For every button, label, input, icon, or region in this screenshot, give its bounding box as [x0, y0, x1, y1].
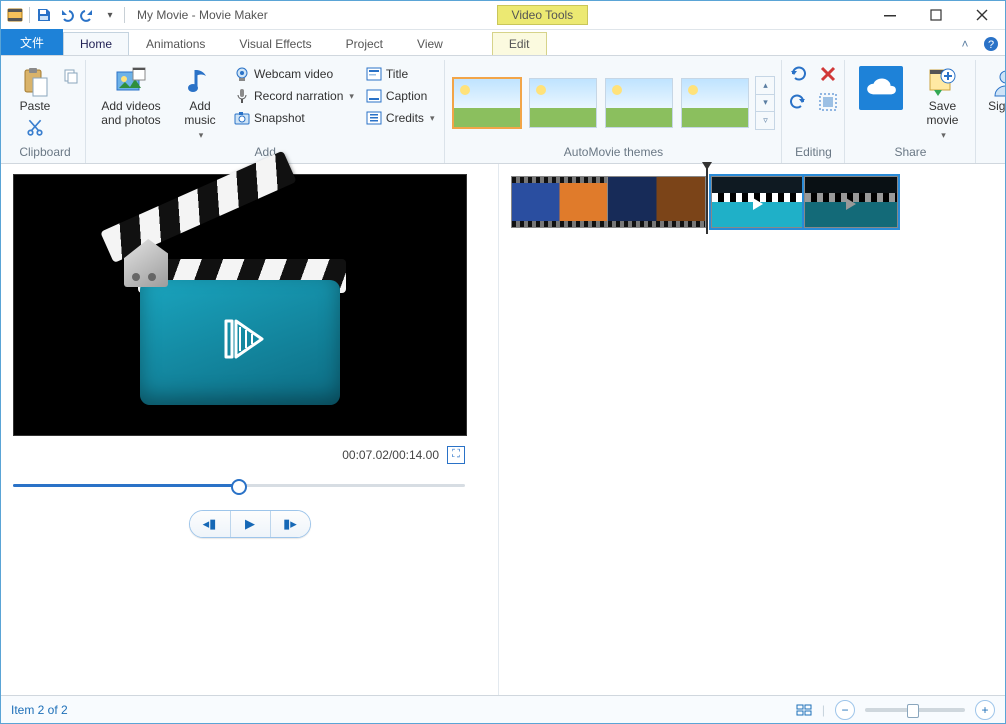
tab-home[interactable]: Home [63, 32, 129, 55]
zoom-out-button[interactable]: − [835, 700, 855, 720]
automovie-theme-3[interactable] [605, 78, 673, 128]
view-thumbnails-icon[interactable] [796, 702, 812, 718]
tab-file[interactable]: 文件 [1, 29, 63, 55]
app-icon [7, 7, 23, 23]
preview-pane: 00:07.02/00:14.00 ⛶ ◂▮ ▶ ▮▸ [1, 164, 499, 695]
time-display: 00:07.02/00:14.00 [342, 448, 439, 462]
collapse-ribbon-icon[interactable]: ˄ [957, 36, 973, 52]
group-label-editing: Editing [788, 142, 838, 163]
redo-icon[interactable] [80, 7, 96, 23]
timeline-clip-2[interactable] [607, 176, 706, 228]
automovie-theme-2[interactable] [529, 78, 597, 128]
caption-button[interactable]: Caption [362, 86, 439, 106]
zoom-slider[interactable] [865, 708, 965, 712]
ribbon-tab-row: 文件 Home Animations Visual Effects Projec… [1, 30, 1005, 56]
automovie-expand[interactable]: ▿ [756, 112, 774, 129]
timeline-playhead[interactable] [706, 168, 708, 234]
remove-button[interactable] [818, 64, 838, 84]
snapshot-icon [234, 110, 250, 126]
group-label-clipboard: Clipboard [11, 142, 79, 163]
select-all-button[interactable] [818, 92, 838, 112]
timeline-clip-3[interactable] [711, 176, 805, 228]
title-bar: ▾ My Movie - Movie Maker Video Tools [1, 1, 1005, 30]
paste-button[interactable]: Paste [11, 64, 59, 116]
group-label-share: Share [851, 142, 969, 163]
clapperboard-graphic [110, 205, 370, 405]
tab-view[interactable]: View [400, 32, 460, 55]
webcam-video-button[interactable]: Webcam video [230, 64, 358, 84]
timeline-clip-1[interactable] [511, 176, 608, 228]
share-onedrive-button[interactable] [851, 64, 911, 112]
rotate-right-button[interactable] [788, 92, 808, 112]
group-label-automovie: AutoMovie themes [451, 142, 775, 163]
window-controls [867, 1, 1005, 29]
zoom-in-button[interactable]: + [975, 700, 995, 720]
add-videos-photos-button[interactable]: Add videos and photos [92, 64, 170, 130]
timeline-track[interactable] [511, 174, 993, 230]
preview-monitor[interactable] [13, 174, 467, 436]
save-movie-label: Save movie [917, 100, 967, 128]
automovie-theme-4[interactable] [681, 78, 749, 128]
group-editing: Editing [781, 60, 844, 163]
automovie-theme-1[interactable] [453, 78, 521, 128]
credits-icon [366, 110, 382, 126]
group-clipboard: Paste Clipboard [5, 60, 85, 163]
copy-button[interactable] [63, 68, 79, 84]
add-music-button[interactable]: Add music [174, 64, 226, 142]
status-item-count: Item 2 of 2 [11, 703, 68, 717]
timeline-clip-4[interactable] [804, 176, 898, 228]
window-title: My Movie - Movie Maker [137, 8, 268, 22]
workspace: 00:07.02/00:14.00 ⛶ ◂▮ ▶ ▮▸ [1, 164, 1005, 695]
save-movie-button[interactable]: Save movie [915, 64, 969, 142]
title-button[interactable]: Title [362, 64, 439, 84]
group-add: Add videos and photos Add music Webcam v… [85, 60, 444, 163]
automovie-scroll-up[interactable]: ▴ [756, 77, 774, 95]
add-music-label: Add music [176, 100, 224, 128]
sign-in-label: Sign in [988, 100, 1006, 114]
group-automovie: ▴ ▾ ▿ AutoMovie themes [444, 60, 781, 163]
close-button[interactable] [959, 1, 1005, 29]
credits-button[interactable]: Credits [362, 108, 439, 128]
status-bar: Item 2 of 2 | − + [1, 695, 1005, 723]
cut-button[interactable] [11, 118, 59, 139]
rotate-left-button[interactable] [788, 64, 808, 84]
group-signin: Sign in [975, 60, 1006, 163]
tab-project[interactable]: Project [329, 32, 400, 55]
ribbon: Paste Clipboard Add videos and photos [1, 56, 1005, 164]
seek-bar[interactable] [13, 478, 465, 492]
prev-frame-button[interactable]: ◂▮ [190, 511, 230, 537]
group-share: Save movie Share [844, 60, 975, 163]
quick-access-toolbar: ▾ [1, 7, 131, 23]
record-narration-button[interactable]: Record narration [230, 86, 358, 106]
minimize-button[interactable] [867, 1, 913, 29]
maximize-button[interactable] [913, 1, 959, 29]
tab-animations[interactable]: Animations [129, 32, 222, 55]
svg-text:?: ? [988, 39, 994, 51]
app-window: ▾ My Movie - Movie Maker Video Tools 文件 … [0, 0, 1006, 724]
fullscreen-button[interactable]: ⛶ [447, 446, 465, 464]
microphone-icon [234, 88, 250, 104]
tab-visual-effects[interactable]: Visual Effects [222, 32, 328, 55]
qat-customize-icon[interactable]: ▾ [102, 7, 118, 23]
automovie-gallery-nav: ▴ ▾ ▿ [755, 76, 775, 130]
title-icon [366, 66, 382, 82]
snapshot-button[interactable]: Snapshot [230, 108, 358, 128]
play-button[interactable]: ▶ [230, 511, 270, 537]
contextual-tab-group-video-tools: Video Tools [497, 5, 589, 25]
tab-edit[interactable]: Edit [492, 32, 547, 55]
undo-icon[interactable] [58, 7, 74, 23]
save-icon[interactable] [36, 7, 52, 23]
next-frame-button[interactable]: ▮▸ [270, 511, 310, 537]
caption-icon [366, 88, 382, 104]
sign-in-button[interactable]: Sign in [982, 64, 1006, 116]
automovie-scroll-down[interactable]: ▾ [756, 95, 774, 113]
add-videos-photos-label: Add videos and photos [94, 100, 168, 128]
help-icon[interactable]: ? [983, 36, 999, 52]
timeline-pane[interactable] [499, 164, 1005, 695]
paste-label: Paste [20, 100, 51, 114]
transport-controls: ◂▮ ▶ ▮▸ [189, 510, 311, 538]
webcam-icon [234, 66, 250, 82]
